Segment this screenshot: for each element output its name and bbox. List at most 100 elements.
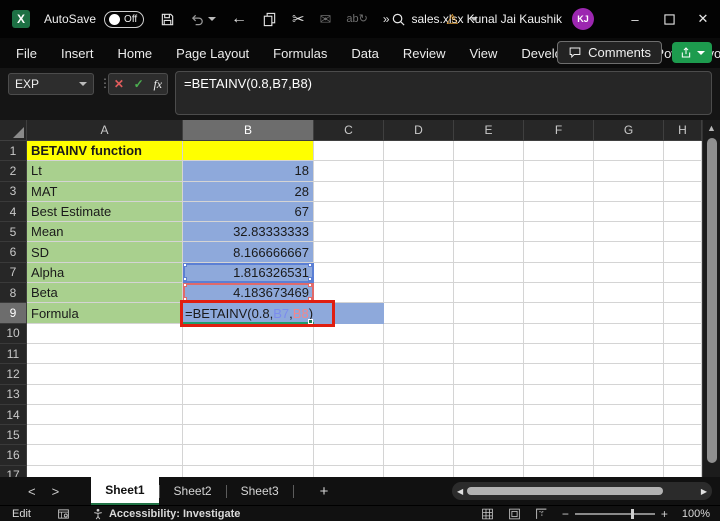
cell-A15[interactable] <box>27 425 183 445</box>
cell-A2[interactable]: Lt <box>27 161 183 181</box>
cell-B17[interactable] <box>183 466 314 477</box>
cell-E8[interactable] <box>454 283 524 303</box>
column-header-D[interactable]: D <box>384 120 454 141</box>
warning-icon[interactable]: ⚠ <box>446 11 459 28</box>
sheet-tab-sheet2[interactable]: Sheet2 <box>160 477 226 505</box>
cell-G14[interactable] <box>594 405 664 425</box>
cell-D13[interactable] <box>384 385 454 405</box>
cell-C8[interactable] <box>314 283 384 303</box>
cell-D2[interactable] <box>384 161 454 181</box>
cell-F6[interactable] <box>524 242 594 262</box>
cell-D8[interactable] <box>384 283 454 303</box>
menu-page-layout[interactable]: Page Layout <box>176 46 249 61</box>
mail-icon[interactable]: ✉ <box>320 12 332 26</box>
cell-H14[interactable] <box>664 405 702 425</box>
cell-B15[interactable] <box>183 425 314 445</box>
formula-input[interactable]: =BETAINV(0.8,B7,B8) <box>175 71 712 115</box>
close-button[interactable]: ✕ <box>686 0 720 38</box>
cell-F1[interactable] <box>524 141 594 161</box>
cell-B1[interactable] <box>183 141 314 161</box>
fill-handle-icon[interactable] <box>308 319 313 324</box>
cell-G16[interactable] <box>594 445 664 465</box>
row-header-14[interactable]: 14 <box>0 405 27 425</box>
horizontal-scrollbar[interactable]: ◀ ▶ <box>452 482 712 500</box>
insert-function-icon[interactable]: fx <box>153 77 162 92</box>
cell-B14[interactable] <box>183 405 314 425</box>
zoom-slider[interactable] <box>575 513 655 515</box>
minimize-button[interactable]: – <box>618 0 652 38</box>
scroll-left-icon[interactable]: ◀ <box>457 487 463 496</box>
cell-H8[interactable] <box>664 283 702 303</box>
cell-F17[interactable] <box>524 466 594 477</box>
cell-A14[interactable] <box>27 405 183 425</box>
menu-file[interactable]: File <box>16 46 37 61</box>
sheet-tab-sheet3[interactable]: Sheet3 <box>227 477 293 505</box>
cell-C15[interactable] <box>314 425 384 445</box>
cell-D6[interactable] <box>384 242 454 262</box>
menu-view[interactable]: View <box>469 46 497 61</box>
horizontal-scroll-thumb[interactable] <box>467 487 663 495</box>
column-header-B[interactable]: B <box>183 120 314 141</box>
search-icon[interactable] <box>391 12 406 27</box>
cell-E9[interactable] <box>454 303 524 323</box>
maximize-button[interactable] <box>652 0 686 38</box>
cell-G17[interactable] <box>594 466 664 477</box>
cell-H12[interactable] <box>664 364 702 384</box>
macro-record-icon[interactable] <box>57 508 70 520</box>
cell-G10[interactable] <box>594 324 664 344</box>
cell-B5[interactable]: 32.83333333 <box>183 222 314 242</box>
row-header-4[interactable]: 4 <box>0 202 27 222</box>
cell-G5[interactable] <box>594 222 664 242</box>
row-header-7[interactable]: 7 <box>0 263 27 283</box>
cell-A5[interactable]: Mean <box>27 222 183 242</box>
cell-F5[interactable] <box>524 222 594 242</box>
cell-B10[interactable] <box>183 324 314 344</box>
menu-insert[interactable]: Insert <box>61 46 94 61</box>
zoom-in-icon[interactable]: + <box>661 507 668 521</box>
row-header-9[interactable]: 9 <box>0 303 27 323</box>
row-header-15[interactable]: 15 <box>0 425 27 445</box>
cancel-entry-icon[interactable]: ✕ <box>114 77 124 91</box>
cell-H17[interactable] <box>664 466 702 477</box>
cell-D5[interactable] <box>384 222 454 242</box>
row-header-17[interactable]: 17 <box>0 466 27 477</box>
cell-F13[interactable] <box>524 385 594 405</box>
cell-D1[interactable] <box>384 141 454 161</box>
row-header-5[interactable]: 5 <box>0 222 27 242</box>
cell-G12[interactable] <box>594 364 664 384</box>
copy-icon[interactable] <box>262 12 277 27</box>
cell-C3[interactable] <box>314 182 384 202</box>
cell-E12[interactable] <box>454 364 524 384</box>
page-break-view-icon[interactable] <box>535 508 548 520</box>
cell-F7[interactable] <box>524 263 594 283</box>
cell-A13[interactable] <box>27 385 183 405</box>
more-commands-icon[interactable]: » <box>383 13 390 25</box>
cell-H1[interactable] <box>664 141 702 161</box>
cell-D4[interactable] <box>384 202 454 222</box>
comments-button[interactable]: Comments <box>557 41 662 64</box>
cell-F8[interactable] <box>524 283 594 303</box>
cell-F2[interactable] <box>524 161 594 181</box>
scroll-up-icon[interactable]: ▲ <box>703 120 720 133</box>
cell-G7[interactable] <box>594 263 664 283</box>
row-header-3[interactable]: 3 <box>0 182 27 202</box>
page-layout-view-icon[interactable] <box>508 508 521 520</box>
cell-F9[interactable] <box>524 303 594 323</box>
cell-C4[interactable] <box>314 202 384 222</box>
cell-G6[interactable] <box>594 242 664 262</box>
cell-F10[interactable] <box>524 324 594 344</box>
row-header-11[interactable]: 11 <box>0 344 27 364</box>
cell-E10[interactable] <box>454 324 524 344</box>
replace-refresh-icon[interactable]: ab↻ <box>346 14 367 25</box>
column-header-F[interactable]: F <box>524 120 594 141</box>
row-header-1[interactable]: 1 <box>0 141 27 161</box>
column-header-G[interactable]: G <box>594 120 664 141</box>
cell-B13[interactable] <box>183 385 314 405</box>
row-header-2[interactable]: 2 <box>0 161 27 181</box>
back-arrow-icon[interactable]: ← <box>231 11 247 27</box>
cell-E6[interactable] <box>454 242 524 262</box>
cell-H6[interactable] <box>664 242 702 262</box>
cell-B11[interactable] <box>183 344 314 364</box>
cell-E5[interactable] <box>454 222 524 242</box>
cell-G13[interactable] <box>594 385 664 405</box>
